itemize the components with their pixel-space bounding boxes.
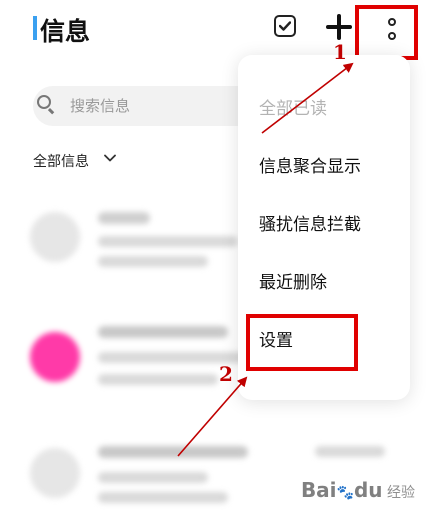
arrow-to-settings xyxy=(177,376,248,457)
annotation-arrows xyxy=(177,62,354,457)
arrow-to-more xyxy=(261,62,354,134)
watermark-logo: Bai🐾du 经验 xyxy=(300,478,415,502)
paw-icon: 🐾 xyxy=(336,485,354,501)
